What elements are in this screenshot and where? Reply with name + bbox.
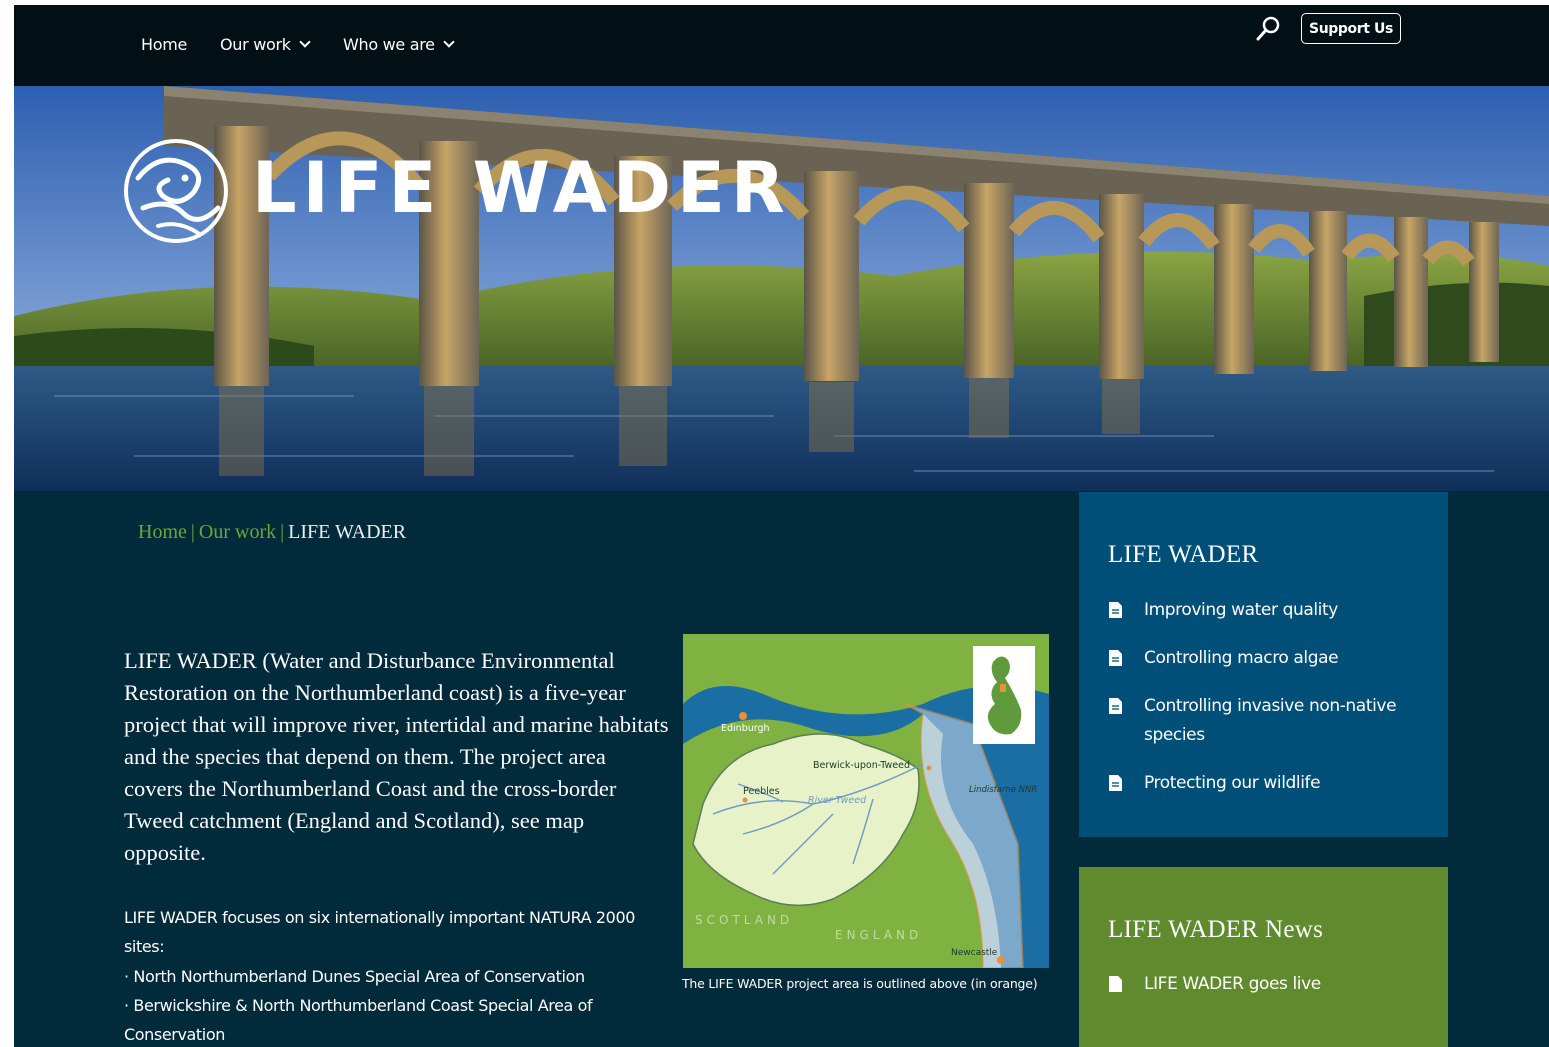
project-map: Edinburgh Berwick-upon-Tweed Peebles Riv… [683, 634, 1049, 968]
map-label-river: River Tweed [808, 795, 867, 806]
breadcrumb-separator: | [280, 521, 285, 543]
hero-title: LIFE WADER [252, 147, 791, 229]
document-icon [1109, 775, 1122, 791]
intro-paragraph: LIFE WADER (Water and Disturbance Enviro… [124, 648, 669, 865]
news-item[interactable]: LIFE WADER goes live [1109, 970, 1429, 999]
sidebar-item-label: Controlling invasive non-native species [1144, 696, 1397, 745]
breadcrumb-home[interactable]: Home [138, 521, 187, 543]
sidebar-item-label: Controlling macro algae [1144, 648, 1339, 668]
breadcrumb: Home | Our work | LIFE WADER [138, 521, 406, 544]
map-caption: The LIFE WADER project area is outlined … [682, 976, 1038, 991]
sidebar-menu: LIFE WADER Improving water quality Contr… [1079, 492, 1448, 837]
map-label-berwick: Berwick-upon-Tweed [813, 760, 910, 771]
wader-logo-icon [124, 139, 228, 243]
search-button[interactable] [1254, 15, 1282, 43]
document-icon [1109, 698, 1122, 714]
sidebar-item-water-quality[interactable]: Improving water quality [1109, 596, 1429, 625]
nav-home[interactable]: Home [141, 35, 187, 54]
nav-who-we-are[interactable]: Who we are [343, 35, 455, 54]
search-icon [1256, 16, 1280, 41]
map-label-edinburgh: Edinburgh [721, 723, 770, 734]
page: Home Our work Who we are Support Us LIFE… [14, 5, 1549, 1047]
list-item: Berwickshire & North Northumberland Coas… [124, 991, 644, 1047]
map-label-scotland: SCOTLAND [695, 913, 793, 927]
nav-home-label: Home [141, 35, 188, 54]
nav-who-we-are-label: Who we are [343, 35, 435, 54]
map-label-lindisfarne: Lindisfarne NNR [969, 785, 1037, 795]
sidebar-item-macro-algae[interactable]: Controlling macro algae [1109, 644, 1429, 673]
breadcrumb-separator: | [190, 521, 195, 543]
map-label-peebles: Peebles [743, 786, 780, 797]
breadcrumb-our-work[interactable]: Our work [199, 521, 276, 543]
sidebar-item-label: Protecting our wildlife [1144, 773, 1321, 793]
top-nav: Home Our work Who we are Support Us [14, 5, 1549, 86]
chevron-down-icon [443, 36, 455, 48]
map-image: Edinburgh Berwick-upon-Tweed Peebles Riv… [683, 634, 1049, 968]
hero-banner: LIFE WADER [14, 86, 1549, 491]
chevron-down-icon [299, 36, 311, 48]
list-item: North Northumberland Dunes Special Area … [124, 962, 644, 991]
sites-list: North Northumberland Dunes Special Area … [124, 962, 644, 1047]
sidebar-item-label: Improving water quality [1144, 600, 1338, 620]
map-label-newcastle: Newcastle [951, 948, 998, 958]
support-us-label: Support Us [1309, 20, 1393, 37]
sidebar-item-wildlife[interactable]: Protecting our wildlife [1109, 769, 1429, 798]
breadcrumb-current: LIFE WADER [288, 521, 407, 543]
focus-paragraph: LIFE WADER focuses on six internationall… [124, 908, 636, 956]
nav-our-work-label: Our work [220, 35, 291, 54]
sidebar-title: LIFE WADER [1108, 541, 1259, 568]
news-item-label: LIFE WADER goes live [1144, 974, 1321, 994]
sidebar-item-invasive-species[interactable]: Controlling invasive non-native species [1109, 692, 1429, 750]
document-icon [1109, 976, 1122, 992]
news-panel: LIFE WADER News LIFE WADER goes live [1079, 867, 1448, 1047]
nav-our-work[interactable]: Our work [220, 35, 311, 54]
map-label-england: ENGLAND [835, 928, 922, 942]
document-icon [1109, 650, 1122, 666]
support-us-button[interactable]: Support Us [1301, 13, 1401, 44]
document-icon [1109, 602, 1122, 618]
news-title: LIFE WADER News [1108, 916, 1324, 943]
